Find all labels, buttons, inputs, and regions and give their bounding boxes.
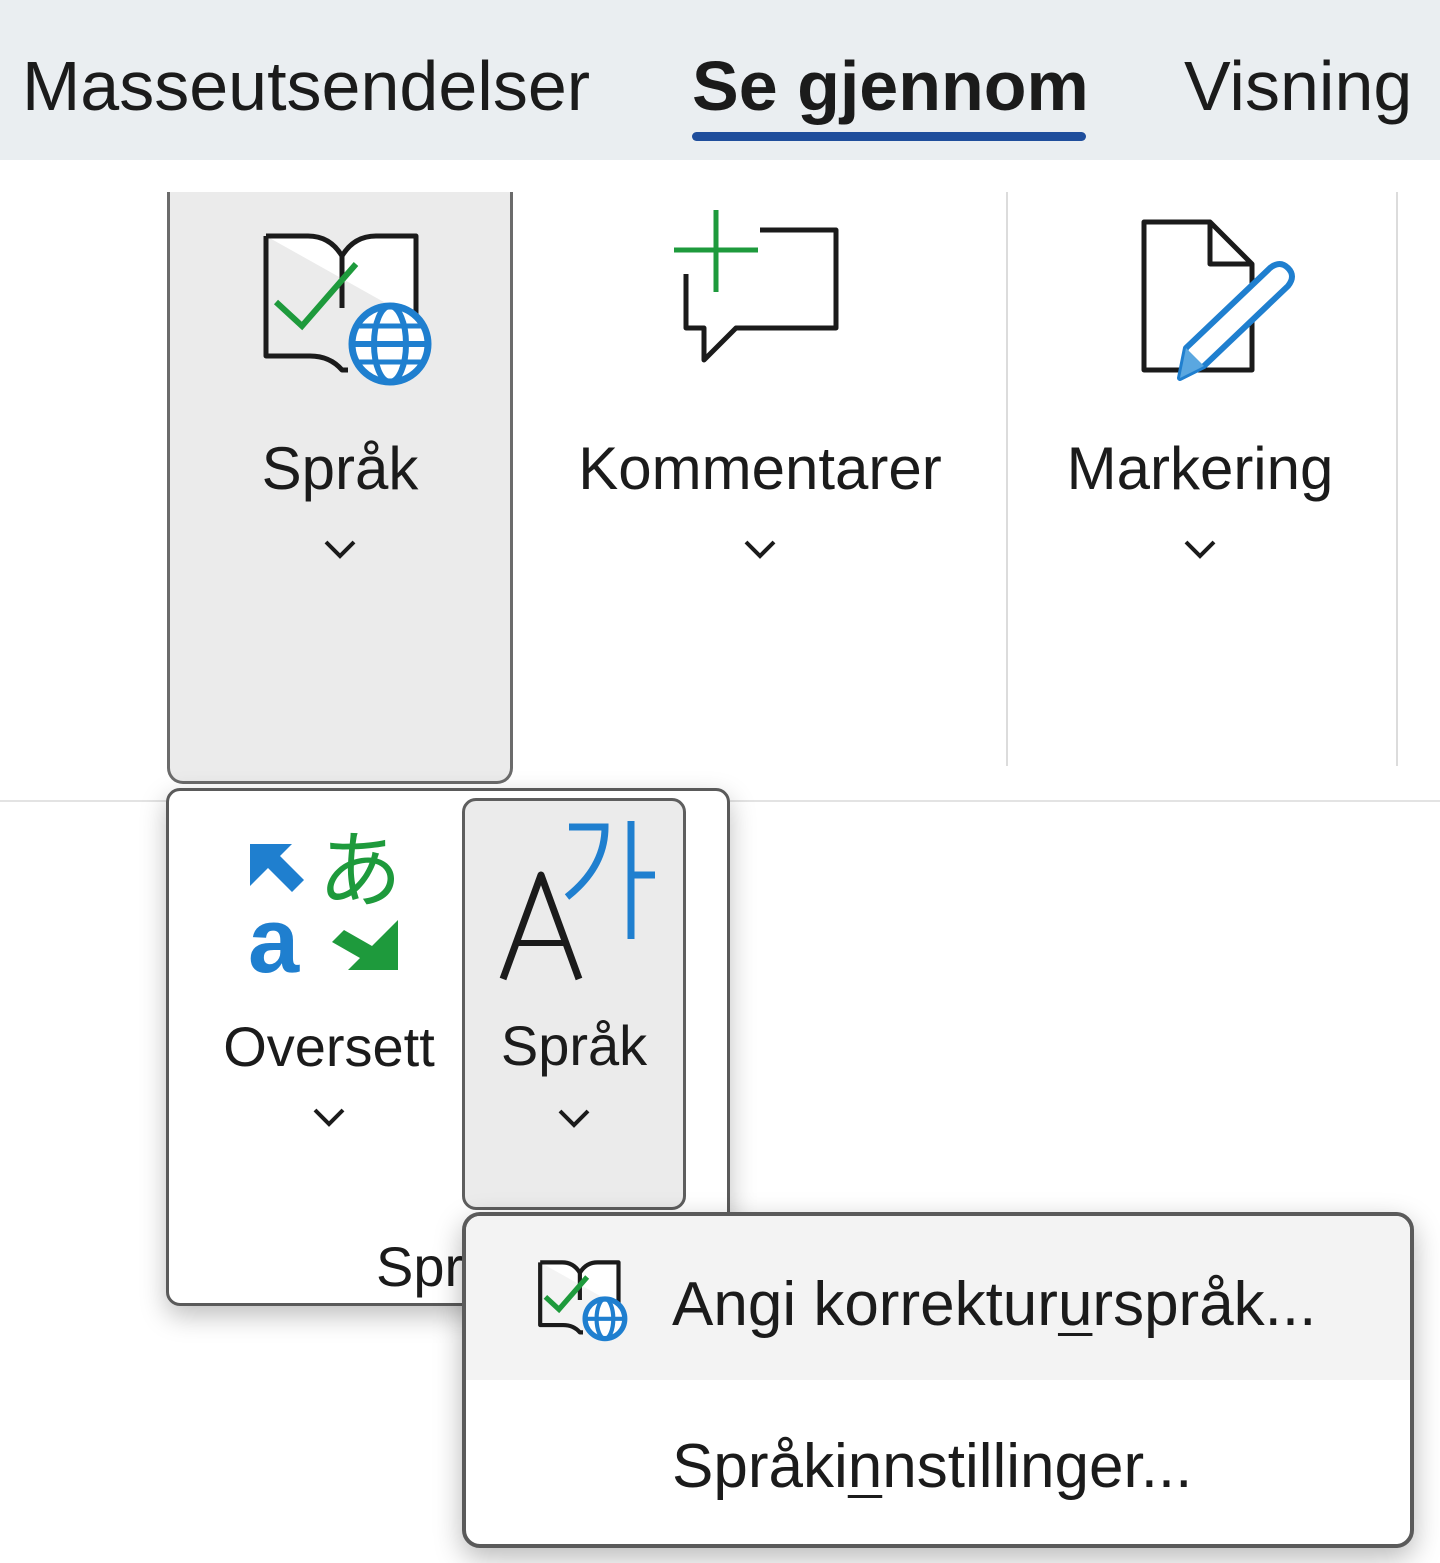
language-settings-button-label: Språk — [500, 1014, 648, 1077]
translate-button-label: Oversett — [223, 1015, 435, 1078]
comments-button[interactable]: Kommentarer — [560, 192, 960, 784]
group-label: Spr — [376, 1235, 464, 1298]
group-separator — [1006, 192, 1008, 766]
group-separator — [1396, 192, 1398, 766]
active-tab-indicator — [692, 132, 1086, 141]
menu-item-language-preferences[interactable]: Språkinnstillinger... — [466, 1380, 1410, 1544]
document-pencil-icon — [1141, 219, 1295, 381]
markup-button[interactable]: Markering — [1010, 192, 1390, 784]
language-button-label: Språk — [261, 435, 419, 502]
translate-icon: a あ — [248, 822, 402, 980]
chevron-down-icon — [313, 1108, 345, 1127]
tab-masseutsendelser[interactable]: Masseutsendelser — [22, 44, 590, 128]
book-check-globe-icon — [263, 233, 432, 386]
menu-item-label: Angi korrektururspråk... — [672, 1270, 1317, 1339]
translate-button[interactable]: a あ Oversett — [200, 800, 458, 1200]
language-dropdown-menu: Angi korrektururspråk... Språkinnstillin… — [462, 1212, 1414, 1548]
chevron-down-icon — [1184, 540, 1216, 559]
chevron-down-icon — [744, 540, 776, 559]
markup-button-label: Markering — [1066, 435, 1334, 502]
new-comment-icon — [674, 210, 839, 363]
menu-item-label: Språkinnstillinger... — [672, 1432, 1193, 1501]
svg-text:a: a — [248, 890, 300, 980]
ribbon-tab-bar: Masseutsendelser Se gjennom Visning — [0, 0, 1440, 160]
language-button[interactable]: Språk — [167, 192, 513, 784]
language-settings-button[interactable]: Språk — [462, 798, 686, 1210]
chevron-down-icon — [558, 1109, 590, 1128]
tab-visning[interactable]: Visning — [1184, 44, 1412, 128]
menu-item-set-proofing-language[interactable]: Angi korrektururspråk... — [466, 1216, 1410, 1380]
tab-se-gjennom[interactable]: Se gjennom — [692, 44, 1089, 128]
book-check-globe-icon — [538, 1260, 628, 1342]
svg-text:あ: あ — [318, 822, 402, 920]
comments-button-label: Kommentarer — [578, 435, 942, 502]
language-a-ga-icon — [499, 821, 655, 981]
chevron-down-icon — [324, 540, 356, 559]
